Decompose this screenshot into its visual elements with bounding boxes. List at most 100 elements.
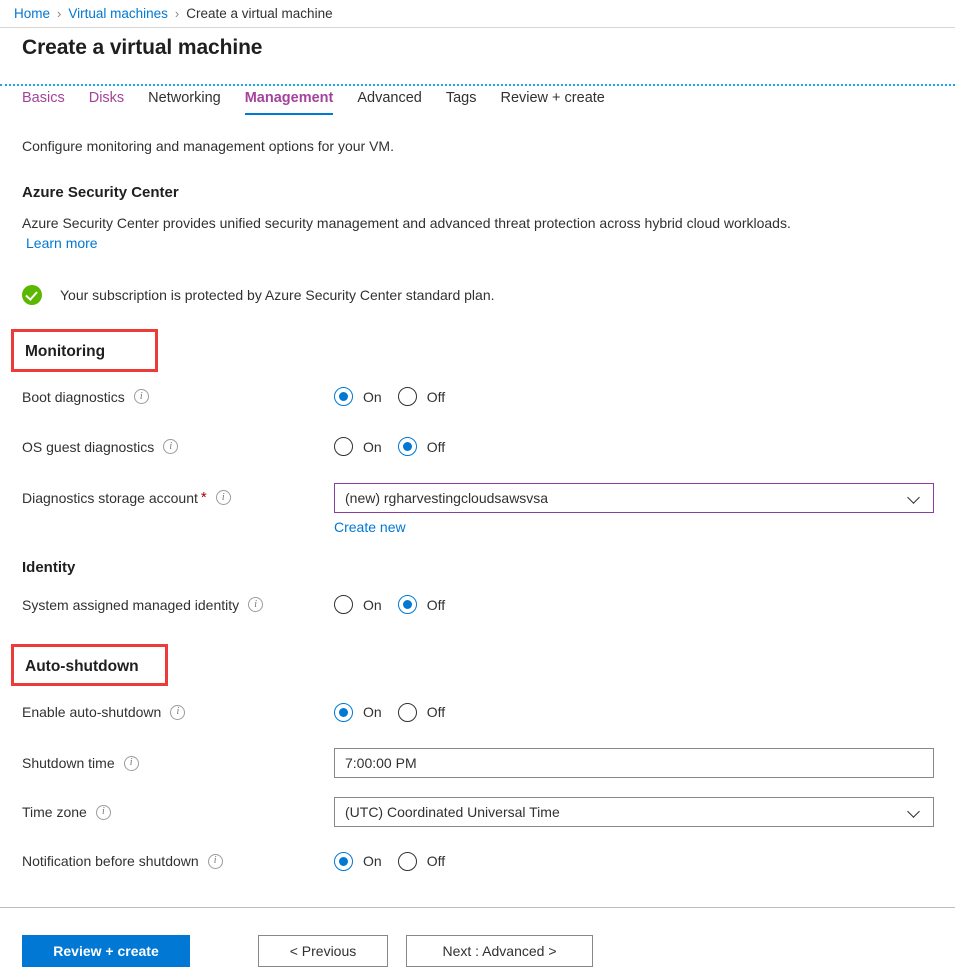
security-center-description: Azure Security Center provides unified s…: [22, 215, 791, 231]
radio-label-on: On: [363, 853, 382, 869]
shutdown-time-input[interactable]: 7:00:00 PM: [334, 748, 934, 778]
label-diagnostics-storage-account: Diagnostics storage account * i: [22, 490, 334, 506]
info-icon[interactable]: i: [215, 490, 231, 505]
tab-disks[interactable]: Disks: [89, 88, 124, 115]
radio-group-system-assigned-managed-identity: On Off: [334, 595, 461, 614]
security-center-status: Your subscription is protected by Azure …: [22, 285, 955, 305]
radio-os-guest-diagnostics-on[interactable]: On: [334, 437, 382, 456]
radio-boot-diagnostics-on[interactable]: On: [334, 387, 382, 406]
radio-label-on: On: [363, 704, 382, 720]
shutdown-time-value: 7:00:00 PM: [345, 755, 417, 771]
wizard-tabs: Basics Disks Networking Management Advan…: [22, 88, 629, 115]
tab-advanced[interactable]: Advanced: [357, 88, 422, 115]
radio-enable-auto-shutdown-on[interactable]: On: [334, 702, 382, 722]
section-heading-monitoring: Monitoring: [25, 343, 106, 360]
tab-basics[interactable]: Basics: [22, 88, 65, 115]
tabs-top-divider: [0, 84, 955, 86]
row-system-assigned-managed-identity: System assigned managed identity i On Of…: [22, 590, 955, 620]
radio-label-off: Off: [426, 596, 446, 613]
row-diagnostics-storage-account: Diagnostics storage account * i (new) rg…: [22, 482, 955, 513]
radio-label-off: Off: [426, 388, 446, 405]
breadcrumb-separator-icon: ›: [174, 6, 180, 21]
radio-system-assigned-on[interactable]: On: [334, 595, 382, 614]
radio-group-boot-diagnostics: On Off: [334, 387, 461, 406]
check-circle-icon: [22, 285, 42, 305]
label-boot-diagnostics: Boot diagnostics i: [22, 389, 334, 405]
breadcrumb-item-current: Create a virtual machine: [186, 6, 333, 21]
row-boot-diagnostics: Boot diagnostics i On Off: [22, 382, 955, 412]
wizard-footer: Review + create < Previous Next : Advanc…: [0, 907, 955, 979]
radio-label-on: On: [363, 438, 382, 455]
chevron-down-icon: [909, 492, 921, 504]
radio-group-enable-auto-shutdown: On Off: [334, 702, 461, 722]
radio-group-notification-before-shutdown: On Off: [334, 851, 461, 871]
label-enable-auto-shutdown: Enable auto-shutdown i: [22, 704, 334, 720]
learn-more-link[interactable]: Learn more: [26, 235, 98, 251]
page-title: Create a virtual machine: [22, 36, 263, 59]
diagnostics-storage-account-dropdown[interactable]: (new) rgharvestingcloudsawsvsa: [334, 482, 934, 513]
label-os-guest-diagnostics-text: OS guest diagnostics: [22, 438, 155, 455]
radio-dot-selected-icon: [397, 437, 417, 456]
section-heading-security-center: Azure Security Center: [22, 184, 179, 201]
tab-management[interactable]: Management: [244, 88, 333, 115]
radio-notification-off[interactable]: Off: [397, 851, 446, 871]
radio-os-guest-diagnostics-off[interactable]: Off: [397, 437, 446, 456]
label-system-assigned-managed-identity-text: System assigned managed identity: [22, 596, 240, 613]
radio-dot-icon: [397, 387, 417, 406]
time-zone-value: (UTC) Coordinated Universal Time: [345, 804, 560, 820]
radio-dot-icon: [397, 851, 417, 871]
label-os-guest-diagnostics: OS guest diagnostics i: [22, 439, 334, 455]
tab-review-create[interactable]: Review + create: [500, 88, 604, 115]
next-advanced-button[interactable]: Next : Advanced >: [406, 935, 593, 967]
label-time-zone: Time zone i: [22, 804, 334, 820]
radio-dot-selected-icon: [334, 387, 353, 406]
radio-system-assigned-off[interactable]: Off: [397, 595, 446, 614]
label-shutdown-time-text: Shutdown time: [22, 755, 115, 771]
section-heading-identity: Identity: [22, 558, 76, 576]
required-indicator: *: [200, 489, 207, 506]
create-new-storage-account-link[interactable]: Create new: [334, 519, 406, 535]
radio-notification-on[interactable]: On: [334, 851, 382, 871]
info-icon[interactable]: i: [95, 804, 111, 820]
label-system-assigned-managed-identity: System assigned managed identity i: [22, 597, 334, 613]
row-shutdown-time: Shutdown time i 7:00:00 PM: [22, 748, 955, 778]
chevron-down-icon: [909, 806, 921, 818]
highlight-box-auto-shutdown: Auto-shutdown: [11, 643, 168, 686]
radio-label-on: On: [363, 596, 382, 613]
radio-boot-diagnostics-off[interactable]: Off: [397, 387, 446, 406]
radio-enable-auto-shutdown-off[interactable]: Off: [397, 702, 445, 722]
breadcrumb-item-virtual-machines[interactable]: Virtual machines: [68, 6, 168, 21]
tab-tags[interactable]: Tags: [446, 88, 477, 115]
page-intro-text: Configure monitoring and management opti…: [22, 138, 394, 154]
diagnostics-storage-account-value: (new) rgharvestingcloudsawsvsa: [345, 489, 549, 506]
info-icon[interactable]: i: [207, 853, 223, 869]
label-notification-before-shutdown-text: Notification before shutdown: [22, 853, 199, 869]
breadcrumb-item-home[interactable]: Home: [14, 6, 50, 21]
label-boot-diagnostics-text: Boot diagnostics: [22, 388, 125, 405]
review-create-button[interactable]: Review + create: [22, 935, 190, 967]
radio-dot-selected-icon: [334, 702, 353, 722]
radio-label-off: Off: [426, 438, 446, 455]
section-heading-auto-shutdown: Auto-shutdown: [25, 657, 139, 675]
label-shutdown-time: Shutdown time i: [22, 755, 334, 771]
radio-group-os-guest-diagnostics: On Off: [334, 437, 461, 456]
radio-dot-icon: [334, 595, 353, 614]
tab-networking[interactable]: Networking: [148, 88, 221, 115]
radio-dot-icon: [397, 702, 417, 722]
label-enable-auto-shutdown-text: Enable auto-shutdown: [22, 704, 162, 720]
info-icon[interactable]: i: [133, 389, 149, 404]
info-icon[interactable]: i: [123, 755, 139, 771]
radio-dot-icon: [334, 437, 353, 456]
previous-button[interactable]: < Previous: [258, 935, 388, 967]
radio-label-on: On: [363, 388, 382, 405]
label-notification-before-shutdown: Notification before shutdown i: [22, 853, 334, 869]
row-enable-auto-shutdown: Enable auto-shutdown i On Off: [22, 697, 955, 727]
row-notification-before-shutdown: Notification before shutdown i On Off: [22, 846, 955, 876]
info-icon[interactable]: i: [248, 597, 264, 612]
breadcrumb: Home › Virtual machines › Create a virtu…: [0, 0, 955, 28]
info-icon[interactable]: i: [163, 439, 179, 454]
time-zone-dropdown[interactable]: (UTC) Coordinated Universal Time: [334, 797, 934, 827]
info-icon[interactable]: i: [170, 704, 186, 720]
security-center-status-text: Your subscription is protected by Azure …: [60, 287, 495, 303]
radio-label-off: Off: [426, 853, 446, 869]
